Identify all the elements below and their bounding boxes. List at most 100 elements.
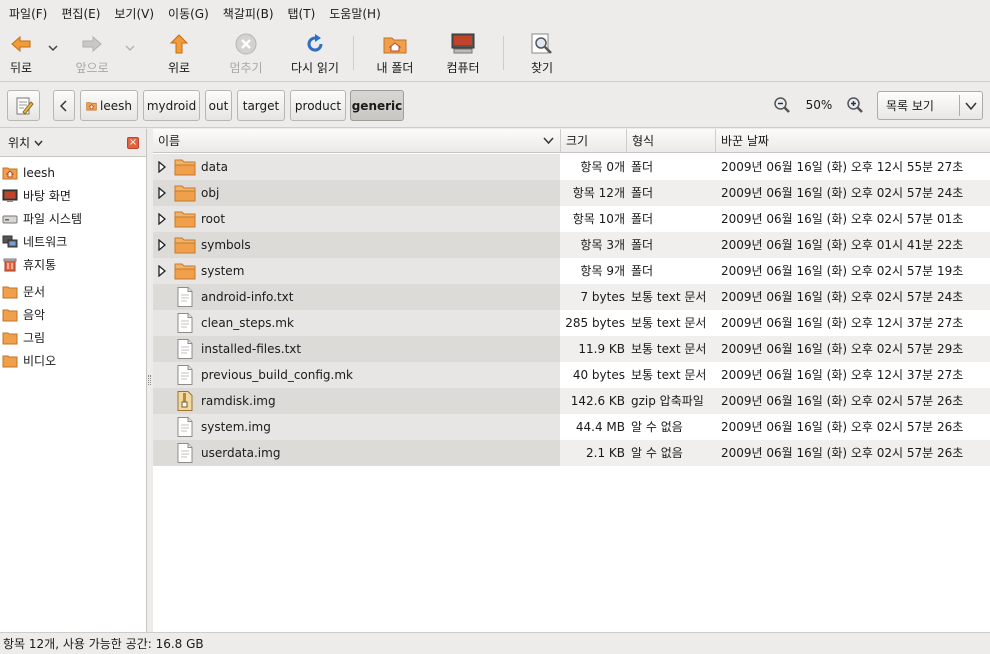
breadcrumb-mydroid[interactable]: mydroid [143,90,200,121]
file-name-cell[interactable]: system.img [153,414,560,440]
folder-icon [2,354,18,368]
file-name-cell[interactable]: data [153,154,560,180]
file-size: 2.1 KB [586,446,625,460]
menubar: 파일(F) 편집(E) 보기(V) 이동(G) 책갈피(B) 탭(T) 도움말(… [0,0,990,26]
table-row[interactable]: previous_build_config.mk 40 bytes 보통 text … [153,362,990,388]
table-row[interactable]: ramdisk.img 142.6 KB gzip 압축파일 2009년 06월 16… [153,388,990,414]
file-name-cell[interactable]: obj [153,180,560,206]
table-row[interactable]: system 항목 9개 폴더 2009년 06월 16일 (화) 오후 02시 57… [153,258,990,284]
column-header-size[interactable]: 크기 [561,129,627,153]
file-modified-date: 2009년 06월 16일 (화) 오후 02시 57분 24초 [721,186,964,200]
file-name-cell[interactable]: installed-files.txt [153,336,560,362]
file-type: 보통 text 문서 [631,316,707,330]
breadcrumb-leesh[interactable]: leesh [80,90,138,121]
menu-tabs[interactable]: 탭(T) [281,1,323,25]
sort-descending-icon [543,137,554,145]
file-name-cell[interactable]: clean_steps.mk [153,310,560,336]
zoom-in-button[interactable] [845,95,865,115]
column-header-type[interactable]: 형식 [627,129,716,153]
file-name-cell[interactable]: symbols [153,232,560,258]
sidebar-close-button[interactable]: × [127,137,139,149]
computer-button[interactable]: 컴퓨터 [442,32,484,78]
table-row[interactable]: root 항목 10개 폴더 2009년 06월 16일 (화) 오후 02시 57분… [153,206,990,232]
file-size: 11.9 KB [578,342,625,356]
status-bar: 항목 12개, 사용 가능한 공간: 16.8 GB [0,632,990,654]
search-button[interactable]: 찾기 [527,32,557,78]
toggle-location-entry-button[interactable] [7,90,40,121]
expander-triangle-icon[interactable] [157,161,167,173]
sidebar-item-filesystem[interactable]: 파일 시스템 [0,207,146,230]
file-modified-date: 2009년 06월 16일 (화) 오후 02시 57분 26초 [721,420,964,434]
menu-bookmarks[interactable]: 책갈피(B) [216,1,281,25]
forward-button[interactable]: 앞으로 [72,32,112,78]
sidebar-item-trash[interactable]: 휴지통 [0,253,146,276]
arrow-left-icon [9,32,33,56]
expander-triangle-icon[interactable] [157,239,167,251]
breadcrumb-scroll-left[interactable] [53,90,75,121]
file-name-cell[interactable]: userdata.img [153,440,560,466]
view-mode-select[interactable]: 목록 보기 [877,91,983,120]
reload-icon [303,32,327,56]
home-folder-icon [2,166,18,180]
breadcrumb-product[interactable]: product [290,90,346,121]
expander-triangle-icon[interactable] [157,213,167,225]
computer-icon [451,32,475,56]
location-bar: leesh mydroid out target product generic… [0,82,990,128]
file-name: data [201,160,229,174]
forward-history-dropdown[interactable] [124,42,136,54]
breadcrumb-generic[interactable]: generic [350,90,404,121]
back-button[interactable]: 뒤로 [6,32,36,78]
file-name: clean_steps.mk [201,316,294,330]
sidebar-item-pictures[interactable]: 그림 [0,326,146,349]
zoom-in-icon [847,97,863,113]
table-row[interactable]: data 항목 0개 폴더 2009년 06월 16일 (화) 오후 12시 55분 … [153,154,990,180]
table-row[interactable]: system.img 44.4 MB 알 수 없음 2009년 06월 16일 (화)… [153,414,990,440]
file-name: symbols [201,238,251,252]
file-size: 항목 10개 [572,212,625,226]
zoom-level[interactable]: 50% [804,96,834,114]
sidebar-item-videos[interactable]: 비디오 [0,349,146,372]
menu-help[interactable]: 도움말(H) [322,1,388,25]
file-name-cell[interactable]: root [153,206,560,232]
table-row[interactable]: clean_steps.mk 285 bytes 보통 text 문서 2009년 0… [153,310,990,336]
file-type: 폴더 [631,264,654,278]
file-name: system [201,264,245,278]
file-modified-date: 2009년 06월 16일 (화) 오후 01시 41분 22초 [721,238,964,252]
column-header-name[interactable]: 이름 [153,129,561,153]
table-row[interactable]: installed-files.txt 11.9 KB 보통 text 문서 2009… [153,336,990,362]
sidebar-item-leesh[interactable]: leesh [0,161,146,184]
column-header-date[interactable]: 바꾼 날짜 [716,129,990,153]
back-history-dropdown[interactable] [47,42,59,54]
reload-button[interactable]: 다시 읽기 [286,32,344,78]
expander-triangle-icon[interactable] [157,187,167,199]
sidebar-item-music[interactable]: 음악 [0,303,146,326]
sidebar-item-network[interactable]: 네트워크 [0,230,146,253]
file-name-cell[interactable]: previous_build_config.mk [153,362,560,388]
sidebar-header: 위치 × [0,129,146,157]
up-button[interactable]: 위로 [164,32,194,78]
file-name-cell[interactable]: android-info.txt [153,284,560,310]
file-name-cell[interactable]: system [153,258,560,284]
menu-view[interactable]: 보기(V) [107,1,161,25]
breadcrumb-out[interactable]: out [205,90,232,121]
menu-edit[interactable]: 편집(E) [54,1,107,25]
menu-file[interactable]: 파일(F) [2,1,54,25]
zoom-out-button[interactable] [772,95,792,115]
file-name-cell[interactable]: ramdisk.img [153,388,560,414]
file-size: 항목 12개 [572,186,625,200]
stop-button[interactable]: 멈추기 [226,32,266,78]
table-row[interactable]: obj 항목 12개 폴더 2009년 06월 16일 (화) 오후 02시 57분 … [153,180,990,206]
expander-triangle-icon[interactable] [157,265,167,277]
home-button[interactable]: 내 폴더 [372,32,418,78]
table-row[interactable]: android-info.txt 7 bytes 보통 text 문서 2009년 0… [153,284,990,310]
sidebar-item-desktop[interactable]: 바탕 화면 [0,184,146,207]
file-modified-date: 2009년 06월 16일 (화) 오후 02시 57분 24초 [721,290,964,304]
breadcrumb-target[interactable]: target [237,90,285,121]
menu-go[interactable]: 이동(G) [161,1,216,25]
table-row[interactable]: userdata.img 2.1 KB 알 수 없음 2009년 06월 16일 (화… [153,440,990,466]
sidebar-type-select[interactable]: 위치 [8,134,43,151]
sidebar-item-documents[interactable]: 문서 [0,280,146,303]
file-name: previous_build_config.mk [201,368,353,382]
chevron-down-icon [48,45,58,52]
table-row[interactable]: symbols 항목 3개 폴더 2009년 06월 16일 (화) 오후 01시 4… [153,232,990,258]
